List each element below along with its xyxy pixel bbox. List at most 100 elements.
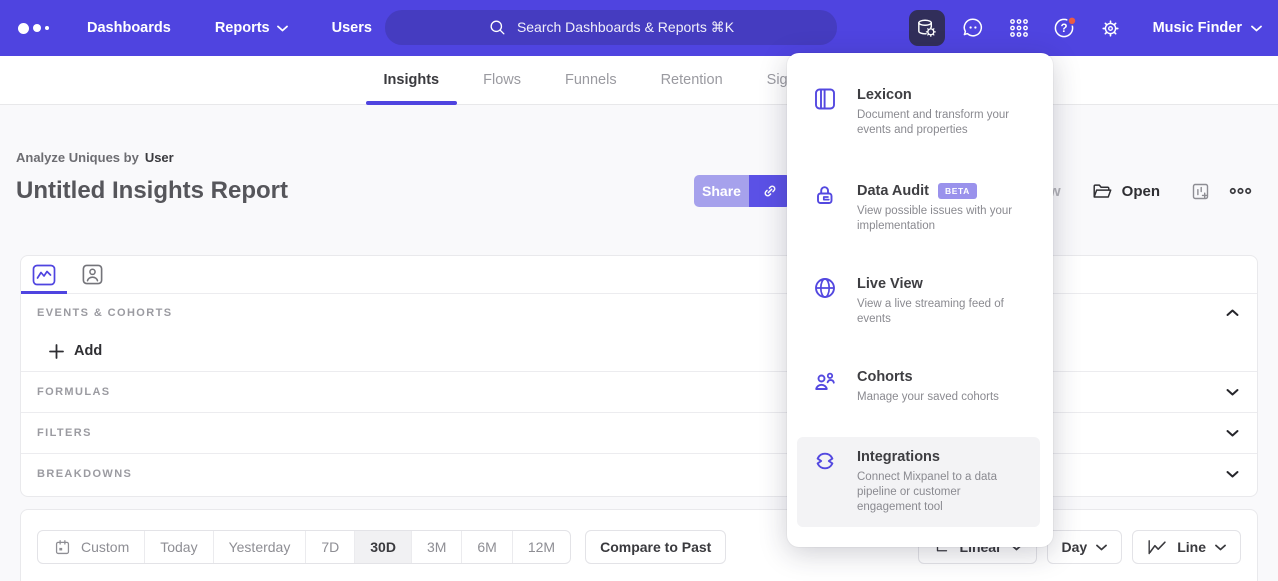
tab-label: Funnels	[565, 72, 617, 88]
cohorts-people-icon	[813, 369, 837, 393]
share-button[interactable]: Share	[694, 175, 749, 207]
range-label: 3M	[427, 539, 446, 555]
tab-flows[interactable]: Flows	[465, 56, 539, 104]
range-label: 7D	[321, 539, 339, 555]
search-input[interactable]: Search Dashboards & Reports ⌘K	[385, 10, 837, 45]
top-navbar: Dashboards Reports Users Search Dashboar…	[0, 0, 1278, 56]
search-placeholder: Search Dashboards & Reports ⌘K	[517, 19, 734, 36]
chart-toolbar-panel: Custom Today Yesterday 7D 30D 3M 6M 12M …	[20, 509, 1258, 581]
menu-item-desc: View possible issues with your implement…	[857, 204, 1037, 234]
menu-item-title: Live View	[857, 276, 923, 292]
menu-item-data-audit[interactable]: Data Audit BETA View possible issues wit…	[787, 175, 1053, 242]
help-icon[interactable]: ?	[1047, 10, 1083, 46]
section-label: FORMULAS	[37, 386, 111, 398]
menu-item-lexicon[interactable]: Lexicon Document and transform your even…	[787, 79, 1053, 146]
range-3m[interactable]: 3M	[412, 531, 462, 563]
tab-retention[interactable]: Retention	[643, 56, 741, 104]
more-options-button[interactable]	[1229, 186, 1252, 196]
menu-item-desc: View a live streaming feed of events	[857, 297, 1037, 327]
messages-icon[interactable]	[955, 10, 991, 46]
link-icon	[760, 181, 780, 201]
range-yesterday[interactable]: Yesterday	[214, 531, 307, 563]
svg-text:?: ?	[1060, 23, 1067, 35]
range-7d[interactable]: 7D	[306, 531, 355, 563]
menu-item-integrations[interactable]: Integrations Connect Mixpanel to a data …	[797, 437, 1040, 527]
users-tab[interactable]	[79, 262, 105, 288]
menu-item-cohorts[interactable]: Cohorts Manage your saved cohorts	[787, 361, 1053, 413]
chart-type-selector[interactable]: Line	[1132, 530, 1241, 564]
breadcrumb-value[interactable]: User	[145, 150, 174, 165]
add-event-button[interactable]: Add	[21, 331, 1257, 371]
range-label: Yesterday	[229, 539, 291, 555]
range-today[interactable]: Today	[145, 531, 213, 563]
range-30d[interactable]: 30D	[355, 531, 412, 563]
nav-reports[interactable]: Reports	[215, 20, 288, 36]
interval-label: Day	[1062, 539, 1088, 555]
menu-item-title: Data Audit	[857, 183, 929, 199]
metrics-tab[interactable]	[31, 262, 57, 288]
mixpanel-logo-icon[interactable]	[18, 23, 49, 34]
chevron-up-icon	[1226, 309, 1239, 317]
collapse-section-button[interactable]	[1226, 309, 1239, 317]
chart-tab-icon	[32, 264, 56, 286]
expand-section-button[interactable]	[1226, 470, 1239, 478]
beta-badge: BETA	[938, 183, 977, 199]
add-to-dashboard-button[interactable]	[1190, 181, 1211, 202]
menu-item-live-view[interactable]: Live View View a live streaming feed of …	[787, 268, 1053, 335]
add-label: Add	[74, 343, 102, 359]
range-12m[interactable]: 12M	[513, 531, 570, 563]
range-label: 12M	[528, 539, 555, 555]
tab-label: Flows	[483, 72, 521, 88]
settings-gear-icon[interactable]	[1093, 10, 1129, 46]
nav-users[interactable]: Users	[332, 20, 372, 36]
interval-selector[interactable]: Day	[1047, 530, 1123, 564]
nav-dashboards-label: Dashboards	[87, 20, 171, 36]
person-tab-icon	[81, 263, 104, 286]
page-title[interactable]: Untitled Insights Report	[16, 177, 288, 205]
section-label: EVENTS & COHORTS	[37, 307, 172, 319]
section-filters[interactable]: FILTERS	[21, 412, 1257, 453]
calendar-icon	[53, 538, 72, 557]
open-report-button[interactable]: Open	[1091, 180, 1160, 202]
book-icon	[813, 87, 837, 111]
section-events-cohorts[interactable]: EVENTS & COHORTS	[21, 294, 1257, 331]
chevron-down-icon	[277, 25, 288, 32]
breadcrumb: Analyze Uniques byUser	[16, 150, 174, 165]
share-link-button[interactable]	[749, 175, 791, 207]
section-label: BREAKDOWNS	[37, 468, 132, 480]
section-breakdowns[interactable]: BREAKDOWNS	[21, 453, 1257, 494]
query-builder-panel: EVENTS & COHORTS Add FORMULAS FILTERS BR…	[20, 255, 1258, 497]
menu-item-desc: Document and transform your events and p…	[857, 108, 1037, 138]
expand-section-button[interactable]	[1226, 429, 1239, 437]
section-formulas[interactable]: FORMULAS	[21, 371, 1257, 412]
nav-dashboards[interactable]: Dashboards	[87, 20, 171, 36]
range-custom[interactable]: Custom	[38, 531, 145, 563]
data-tools-icon[interactable]	[909, 10, 945, 46]
notification-dot	[1068, 17, 1076, 25]
menu-item-title: Cohorts	[857, 369, 913, 385]
apps-grid-icon[interactable]	[1001, 10, 1037, 46]
compare-to-past-button[interactable]: Compare to Past	[585, 530, 726, 564]
audit-lock-icon	[813, 183, 837, 207]
chevron-down-icon	[1226, 388, 1239, 396]
date-range-segmented-control: Custom Today Yesterday 7D 30D 3M 6M 12M	[37, 530, 571, 564]
section-label: FILTERS	[37, 427, 92, 439]
tab-label: Retention	[661, 72, 723, 88]
range-6m[interactable]: 6M	[462, 531, 512, 563]
expand-section-button[interactable]	[1226, 388, 1239, 396]
active-tab-underline	[21, 291, 67, 294]
tab-label: Insights	[384, 72, 440, 88]
folder-open-icon	[1091, 180, 1113, 202]
line-chart-icon	[1147, 538, 1168, 556]
compare-label: Compare to Past	[600, 539, 711, 555]
project-switcher[interactable]: Music Finder	[1153, 20, 1262, 36]
plus-icon	[49, 344, 64, 359]
report-tabbar: Insights Flows Funnels Retention Signal …	[0, 56, 1278, 105]
menu-item-title: Integrations	[857, 449, 940, 465]
tab-funnels[interactable]: Funnels	[547, 56, 635, 104]
tab-insights[interactable]: Insights	[366, 56, 458, 104]
nav-users-label: Users	[332, 20, 372, 36]
range-label: Today	[160, 539, 197, 555]
menu-item-title: Lexicon	[857, 87, 912, 103]
nav-reports-label: Reports	[215, 20, 270, 36]
